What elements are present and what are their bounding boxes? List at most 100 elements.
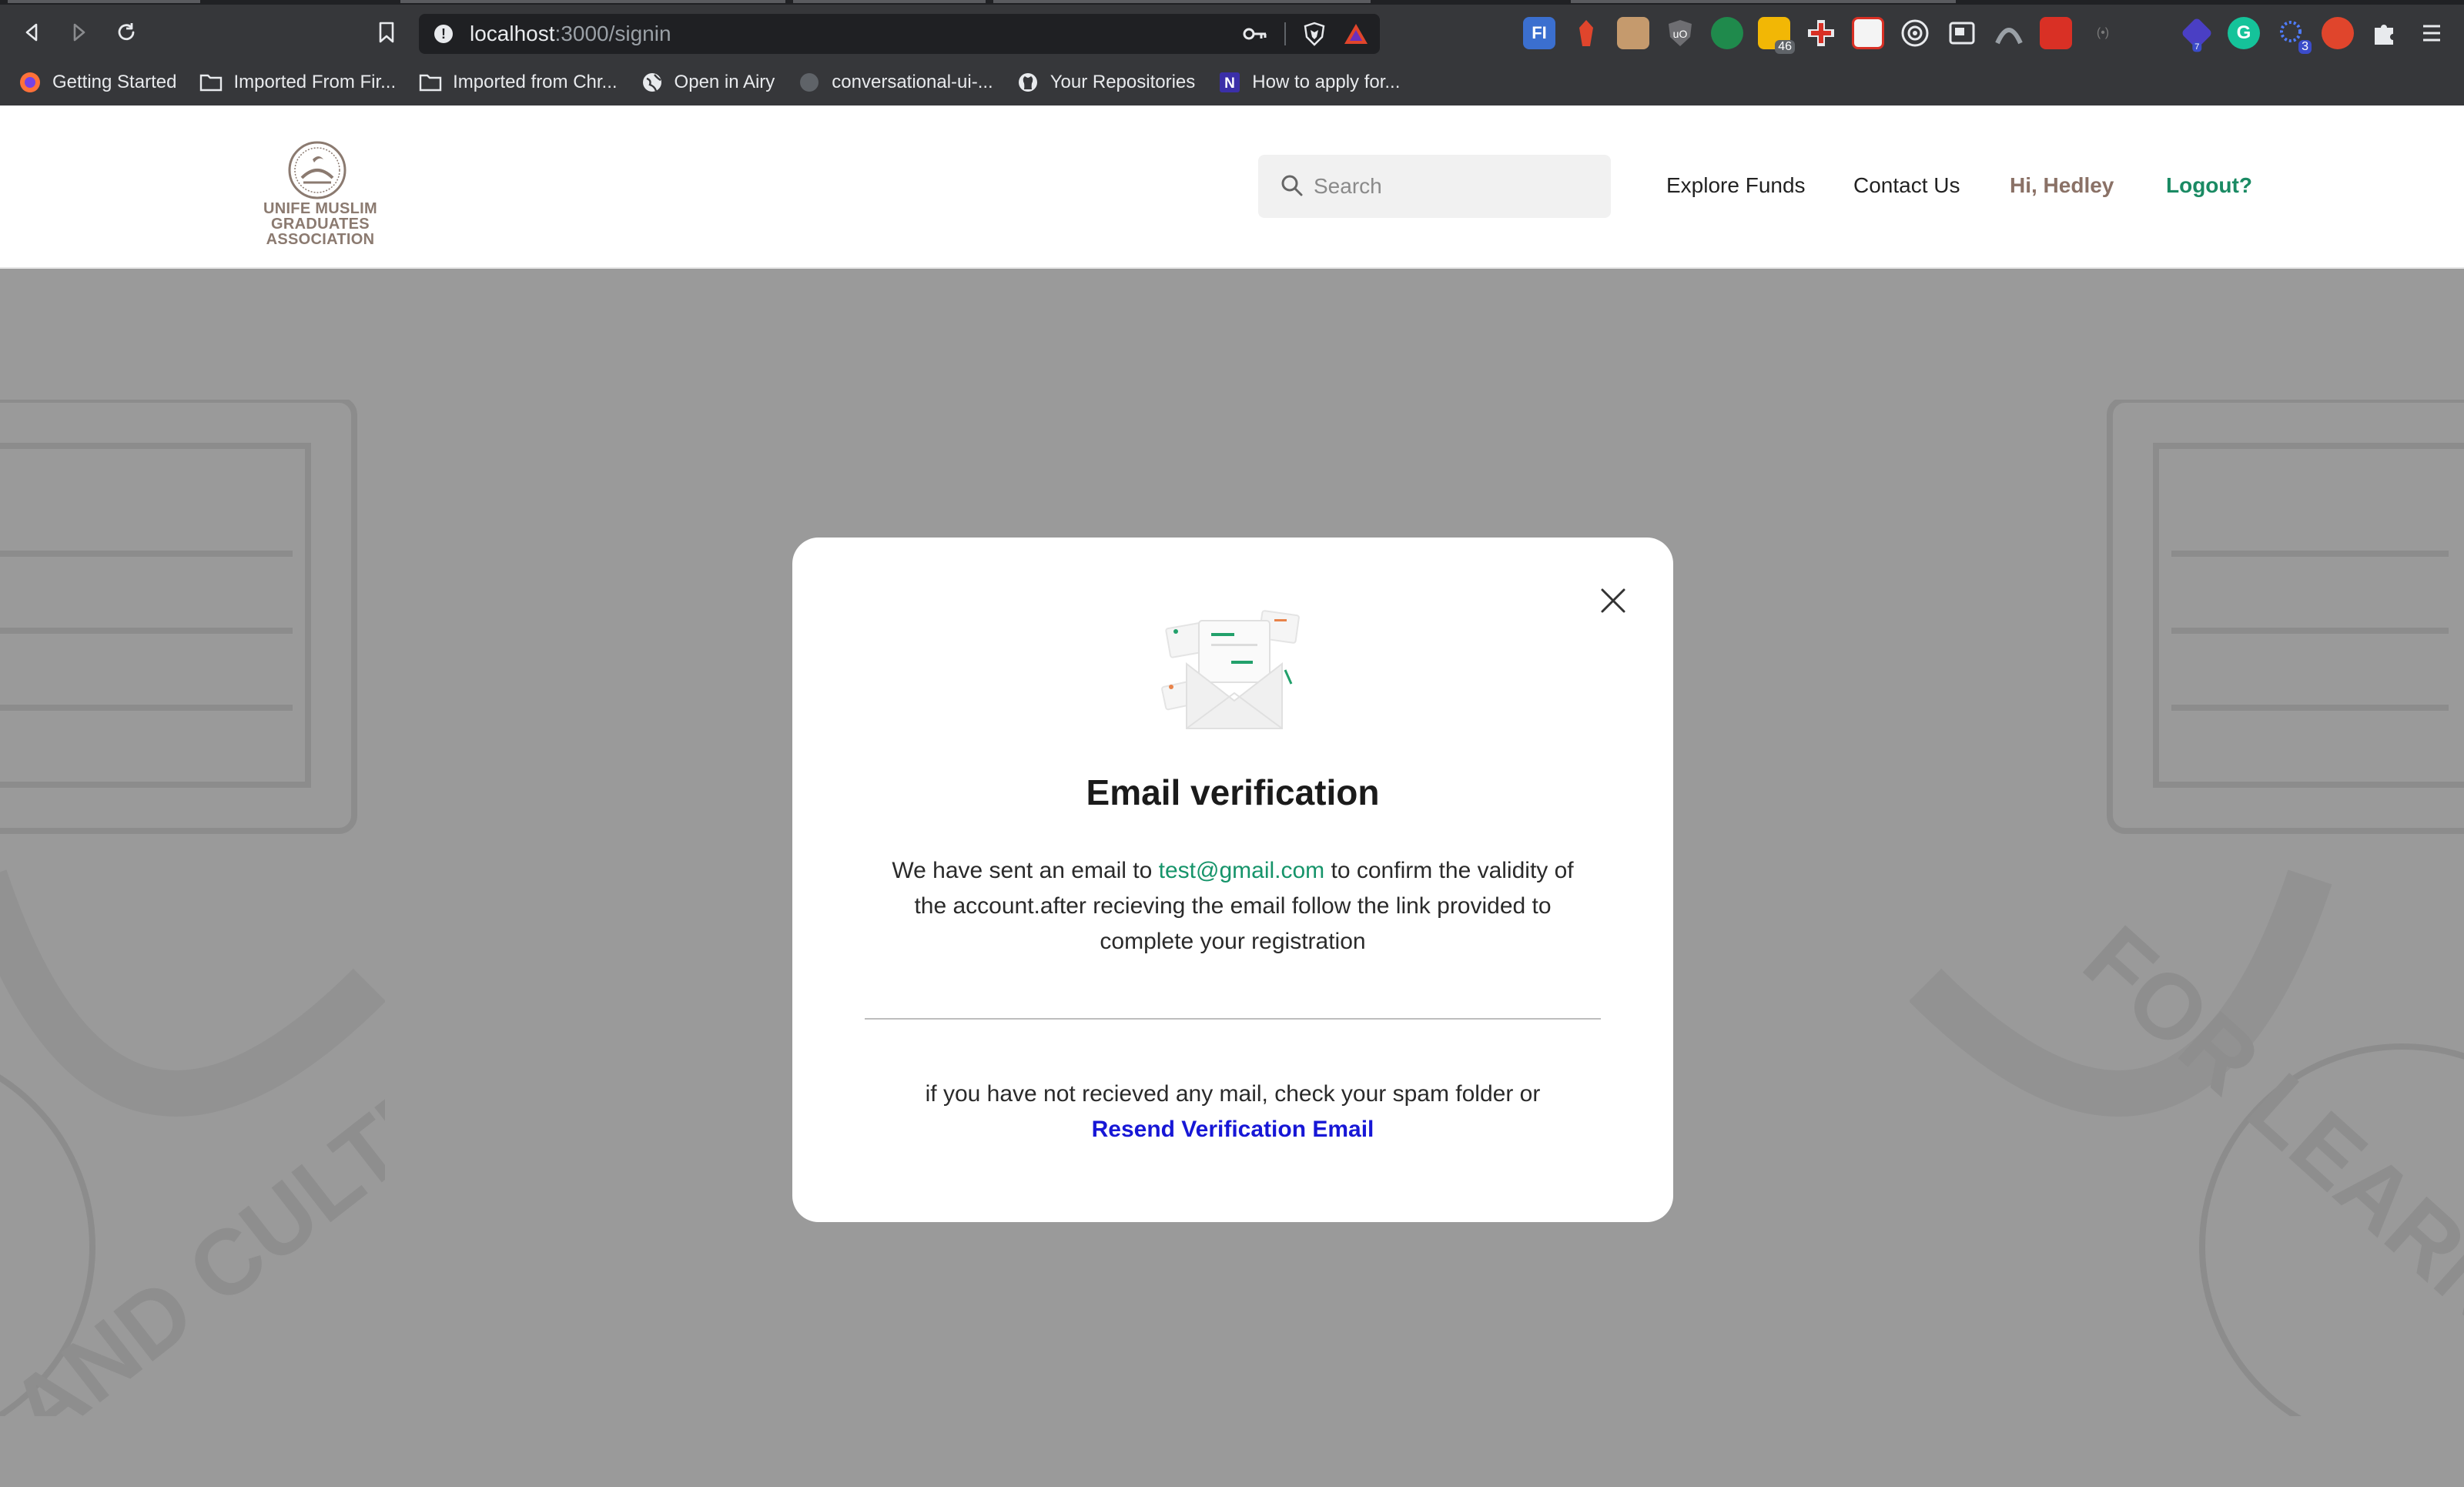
extension-icon[interactable]: 3 [2275,17,2312,54]
url-text[interactable]: localhost:3000/signin [470,22,671,46]
bookmark-label: Your Repositories [1050,72,1196,92]
bookmark-label: Imported From Fir... [233,72,397,92]
extension-badge: 3 [2298,40,2312,54]
forward-button[interactable] [63,17,94,48]
extension-icon[interactable] [1711,17,1743,49]
github-icon [1016,71,1040,94]
extensions-puzzle-icon[interactable] [2369,17,2401,49]
search-icon [1281,175,1303,196]
separator [1284,22,1286,45]
email-address: test@gmail.com [1158,858,1325,883]
address-bar[interactable]: ! localhost:3000/signin [419,14,1380,54]
bookmark-item[interactable]: Imported from Chr... [419,71,618,94]
notion-icon: N [1218,71,1241,94]
extension-icon[interactable]: (•) [2087,17,2119,49]
bookmark-item[interactable]: Imported From Fir... [199,71,396,94]
bookmark-item[interactable]: Your Repositories [1016,71,1196,94]
globe-icon [641,71,664,94]
extension-icon[interactable] [1570,17,1602,49]
site-header: UNIFE MUSLIM GRADUATES ASSOCIATION Explo… [0,105,2464,269]
extension-icon[interactable]: uO [1664,17,1696,49]
folder-icon [199,71,223,94]
firefox-icon [18,71,42,94]
bookmark-label: Open in Airy [674,72,775,92]
extension-icon[interactable] [1617,17,1649,49]
browser-toolbar: ! localhost:3000/signin FI uO 46 (•) 7 G… [0,5,2464,59]
logo-emblem [288,141,346,199]
svg-text:N: N [1224,75,1235,92]
logo-line1: UNIFE MUSLIM GRADUATES [263,200,378,233]
modal-footer: if you have not recieved any mail, check… [865,1077,1601,1147]
site-logo[interactable]: UNIFE MUSLIM GRADUATES ASSOCIATION [220,139,420,247]
envelope-illustration-icon [1161,610,1300,729]
message-text: We have sent an email to [892,858,1159,883]
resend-verification-link[interactable]: Resend Verification Email [1092,1117,1374,1142]
nav-contact-us[interactable]: Contact Us [1853,173,1960,198]
key-icon[interactable] [1243,26,1267,42]
forward-icon [73,23,85,42]
extension-icon[interactable] [1946,17,1978,49]
url-path: :3000/signin [554,22,671,45]
extension-icon[interactable] [2040,17,2072,49]
bookmark-item[interactable]: Open in Airy [641,71,775,94]
email-verification-modal: Email verification We have sent an email… [792,538,1673,1222]
bookmark-item[interactable]: Getting Started [18,71,176,94]
logout-link[interactable]: Logout? [2166,173,2252,198]
browser-chrome: ! localhost:3000/signin FI uO 46 (•) 7 G… [0,0,2464,105]
brave-rewards-icon[interactable] [1343,22,1369,45]
bookmarks-bar: Getting Started Imported From Fir... Imp… [0,63,2464,102]
brave-shield-icon[interactable] [1303,22,1326,46]
bookmark-label: Getting Started [52,72,177,92]
bookmark-item[interactable]: conversational-ui-... [798,71,993,94]
bookmark-label: conversational-ui-... [832,72,993,92]
site-info-icon[interactable]: ! [434,25,453,43]
extension-icon[interactable] [1852,17,1884,49]
extension-badge: 46 [1775,40,1795,54]
tab-indicator[interactable] [1571,0,1956,3]
bookmark-icon [379,22,394,43]
bookmark-page-button[interactable] [371,17,402,48]
divider [865,1018,1601,1020]
user-greeting[interactable]: Hi, Hedley [2010,173,2114,198]
extensions-bar: FI uO 46 (•) 7 G 3 [1523,17,2448,54]
modal-title: Email verification [1086,772,1380,812]
extension-icon[interactable] [1993,17,2025,49]
tab-indicator[interactable] [8,0,200,3]
modal-message: We have sent an email to test@gmail.com … [877,853,1589,960]
close-button[interactable] [1595,582,1632,619]
extension-icon[interactable] [1805,17,1837,49]
logo-text: UNIFE MUSLIM GRADUATES ASSOCIATION [220,201,420,247]
extension-icon[interactable]: FI [1523,17,1555,49]
nav-explore-funds[interactable]: Explore Funds [1666,173,1806,198]
extension-icon[interactable] [1899,17,1931,49]
reload-button[interactable] [111,17,142,48]
search-box[interactable] [1258,155,1611,218]
address-bar-icons [1243,22,1369,46]
logo-line2: ASSOCIATION [266,231,375,248]
back-button[interactable] [17,17,48,48]
menu-icon[interactable] [2415,17,2448,49]
folder-icon [419,71,442,94]
github-icon [798,71,821,94]
svg-text:uO: uO [1673,28,1688,40]
bookmark-item[interactable]: N How to apply for... [1218,71,1400,94]
tab-indicator[interactable] [400,0,785,3]
extension-icon[interactable] [2322,17,2354,49]
extension-icon[interactable]: 7 [2181,17,2213,52]
extension-icon[interactable] [2134,17,2166,49]
watermark-left: AND CULTURE [0,400,385,1416]
close-icon [1601,588,1625,613]
spam-folder-hint: if you have not recieved any mail, check… [925,1081,1541,1107]
search-input[interactable] [1314,172,1591,201]
bookmark-label: Imported from Chr... [453,72,618,92]
reload-icon [118,23,135,41]
back-icon [25,23,38,42]
tab-indicator[interactable] [993,0,1371,3]
tab-indicator[interactable] [793,0,986,3]
extension-icon[interactable]: 46 [1758,17,1795,54]
bookmark-label: How to apply for... [1252,72,1401,92]
grammarly-icon[interactable]: G [2228,17,2260,49]
extension-badge: 7 [2192,42,2202,52]
url-host: localhost [470,22,555,45]
watermark-right: FOR LEARNING [1910,400,2464,1416]
